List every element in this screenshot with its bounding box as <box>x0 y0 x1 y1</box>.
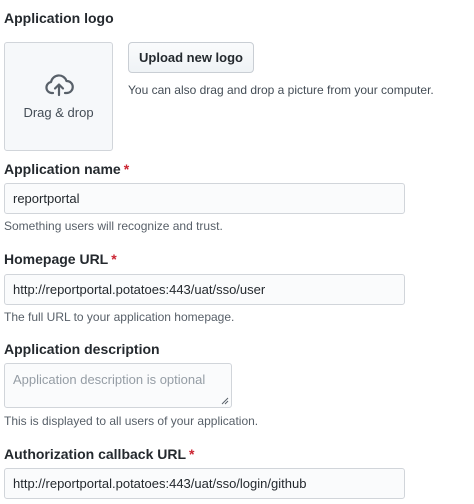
homepage-url-label: Homepage URL * <box>4 251 117 267</box>
application-name-input[interactable]: reportportal <box>4 183 405 214</box>
required-marker: * <box>123 161 130 177</box>
resize-handle-icon[interactable] <box>221 397 229 405</box>
homepage-url-note: The full URL to your application homepag… <box>4 310 235 324</box>
upload-new-logo-button[interactable]: Upload new logo <box>128 42 254 73</box>
authorization-callback-url-label: Authorization callback URL * <box>4 446 194 462</box>
application-description-placeholder: Application description is optional <box>13 372 206 387</box>
homepage-url-input[interactable]: http://reportportal.potatoes:443/uat/sso… <box>4 274 405 305</box>
application-name-label-text: Application name <box>4 161 121 177</box>
dropzone-label: Drag & drop <box>23 105 94 120</box>
application-description-textarea[interactable]: Application description is optional <box>4 363 232 408</box>
application-logo-heading: Application logo <box>4 10 114 26</box>
required-marker: * <box>189 446 195 462</box>
required-marker: * <box>111 251 117 267</box>
authorization-callback-url-label-text: Authorization callback URL <box>4 446 187 462</box>
upload-note: You can also drag and drop a picture fro… <box>128 83 434 97</box>
application-name-label: Application name * <box>4 161 129 177</box>
application-name-note: Something users will recognize and trust… <box>4 219 223 233</box>
authorization-callback-url-input[interactable]: http://reportportal.potatoes:443/uat/sso… <box>4 468 405 499</box>
application-description-label: Application description <box>4 341 160 357</box>
logo-dropzone[interactable]: Drag & drop <box>4 42 113 151</box>
homepage-url-label-text: Homepage URL <box>4 251 109 267</box>
cloud-upload-icon <box>44 74 74 97</box>
application-description-note: This is displayed to all users of your a… <box>4 414 259 428</box>
